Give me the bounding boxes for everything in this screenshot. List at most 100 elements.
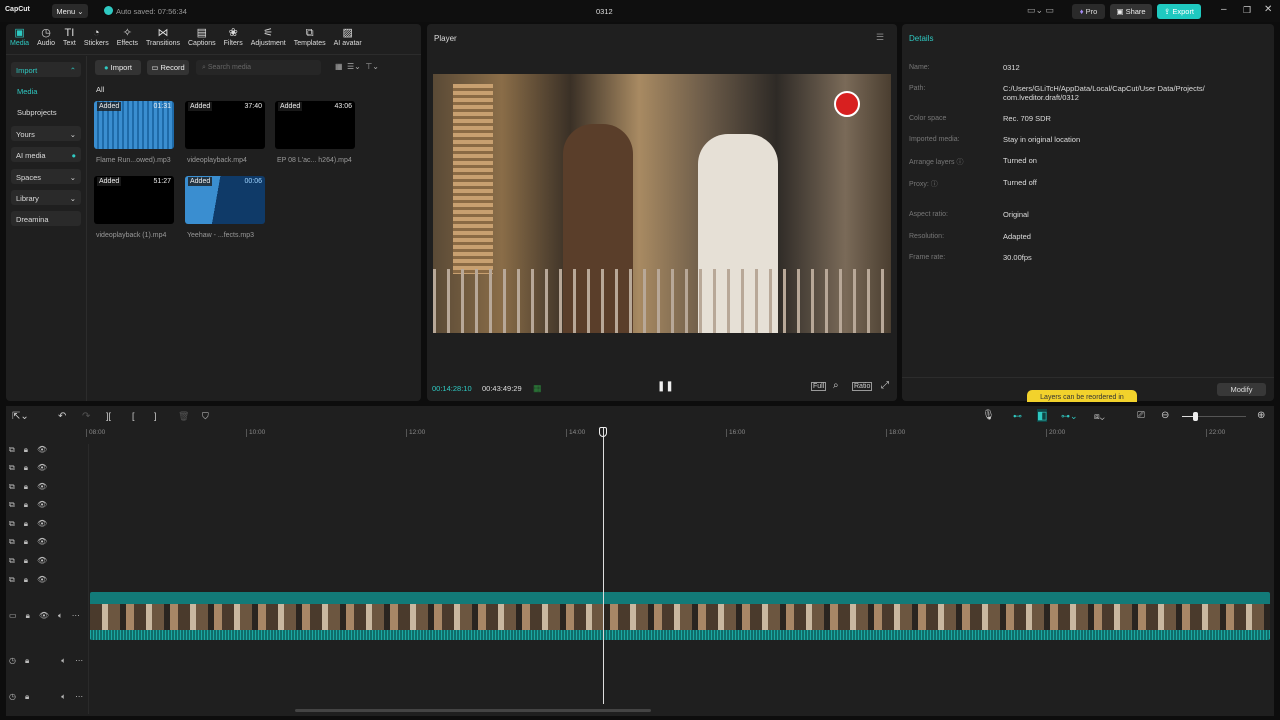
video-preview[interactable] — [433, 74, 891, 333]
horizontal-scrollbar[interactable] — [295, 709, 651, 712]
eye-icon[interactable]: 👁︎ — [37, 575, 47, 585]
eye-icon[interactable]: 👁︎ — [37, 445, 47, 455]
tab-stickers[interactable]: ◔ Stickers — [80, 26, 113, 47]
lock-icon[interactable]: 🔒︎ — [24, 556, 28, 566]
layout-icon[interactable]: ▭⌄ ▭ — [1027, 5, 1054, 16]
lock-icon[interactable]: 🔒︎ — [24, 537, 28, 547]
lock-icon[interactable]: 🔒︎ — [24, 519, 28, 529]
saved-check-icon — [104, 6, 113, 15]
split-icon[interactable]: ][ — [106, 411, 111, 421]
pause-button[interactable]: ❚❚ — [657, 381, 674, 392]
tab-filters[interactable]: ❀ Filters — [220, 26, 247, 47]
eye-icon[interactable]: 👁︎ — [37, 537, 47, 547]
record-button[interactable]: ▭ Record — [147, 60, 189, 75]
tab-adjustment[interactable]: ⚟ Adjustment — [247, 26, 290, 47]
sidebar-spaces[interactable]: Spaces ⌄ — [11, 169, 81, 184]
lock-icon[interactable]: 🔒︎ — [24, 575, 28, 585]
lock-icon[interactable]: 🔒︎ — [24, 482, 28, 492]
player-menu-icon[interactable]: ☰ — [876, 32, 884, 43]
added-badge: Added — [97, 102, 122, 111]
media-item[interactable]: Added 00:06 — [185, 176, 265, 224]
modify-button[interactable]: Modify — [1217, 383, 1266, 396]
eye-icon[interactable]: 👁︎ — [37, 500, 47, 510]
playhead[interactable] — [603, 428, 604, 704]
tab-effects[interactable]: ✧ Effects — [113, 26, 142, 47]
more-icon[interactable]: ⋯ — [75, 692, 83, 702]
media-item[interactable]: Added 51:27 — [94, 176, 174, 224]
zoom-preview-icon[interactable]: ⌕ — [833, 380, 839, 391]
media-item[interactable]: Added 01:31 — [94, 101, 174, 149]
added-badge: Added — [188, 102, 213, 111]
volume-icon[interactable]: 🔈︎ — [61, 692, 66, 702]
delete-icon[interactable]: 🗑 — [178, 411, 189, 422]
fullscreen-icon[interactable]: ⤢ — [881, 380, 889, 391]
lock-icon[interactable]: 🔒︎ — [25, 656, 29, 666]
lock-icon[interactable]: 🔒︎ — [25, 692, 29, 702]
ratio-button[interactable]: Ratio — [852, 382, 873, 391]
lock-icon[interactable]: 🔒︎ — [24, 445, 28, 455]
view-toggle-icon[interactable]: ▦ ☰⌄ ⊤⌄ — [335, 62, 379, 71]
undo-icon[interactable]: ↶ — [58, 411, 66, 422]
auto-snap-icon[interactable]: ◧ — [1037, 409, 1048, 422]
trim-right-icon[interactable]: ] — [154, 411, 157, 421]
maximize-button[interactable]: ❐ — [1243, 5, 1251, 16]
tab-templates[interactable]: ⧉ Templates — [290, 26, 330, 47]
lock-icon[interactable]: 🔒︎ — [24, 500, 28, 510]
sidebar-subprojects[interactable]: Subprojects — [17, 108, 57, 117]
linkage-icon[interactable]: ⊶⌄ — [1061, 411, 1078, 422]
tab-audio[interactable]: ◷ Audio — [33, 26, 59, 47]
track-type-icon: ⧉ — [9, 575, 15, 584]
cover-icon[interactable]: ▭ — [9, 611, 17, 621]
pro-button[interactable]: ♦ Pro — [1072, 4, 1105, 19]
tab-text[interactable]: TI Text — [59, 26, 80, 47]
tab-transitions[interactable]: ⋈ Transitions — [142, 26, 184, 47]
main-video-clip[interactable] — [90, 592, 1270, 640]
share-button[interactable]: ▣ Share — [1110, 4, 1152, 19]
main-track-magnet-icon[interactable]: ⊷ — [1013, 411, 1022, 422]
sidebar-import[interactable]: Import ⌃ — [11, 62, 81, 77]
zoom-in-icon[interactable]: ⊕ — [1257, 410, 1265, 421]
tab-captions[interactable]: ▤ Captions — [184, 26, 220, 47]
microphone-icon[interactable]: 🎙 — [982, 410, 995, 421]
close-button[interactable]: ✕ — [1264, 4, 1272, 15]
minimize-button[interactable]: – — [1221, 4, 1227, 15]
menu-button[interactable]: Menu ⌄ — [52, 4, 88, 18]
detail-label: Frame rate: — [909, 254, 946, 261]
volume-icon[interactable]: 🔈︎ — [61, 656, 66, 666]
search-input[interactable]: ⌕ Search media — [196, 60, 321, 75]
lock-icon[interactable]: 🔒︎ — [26, 611, 30, 621]
caption-icon[interactable]: ⎚ — [1137, 410, 1145, 421]
export-button[interactable]: ⇪ Export — [1157, 4, 1201, 19]
lock-icon[interactable]: 🔒︎ — [24, 463, 28, 473]
select-tool-icon[interactable]: ⇱⌄ — [12, 411, 29, 422]
redo-icon[interactable]: ↷ — [82, 411, 90, 422]
filter-all[interactable]: All — [96, 85, 104, 94]
eye-icon[interactable]: 👁︎ — [37, 556, 47, 566]
zoom-slider[interactable] — [1182, 412, 1246, 421]
preview-axis-icon[interactable]: ⧈⌄ — [1094, 411, 1105, 422]
marker-icon[interactable]: ⛉ — [202, 411, 209, 422]
sidebar-yours[interactable]: Yours ⌄ — [11, 126, 81, 141]
full-quality-button[interactable]: Full — [811, 382, 827, 391]
tab-ai-avatar[interactable]: ▨ AI avatar — [330, 26, 366, 47]
sidebar-dreamina[interactable]: Dreamina — [11, 211, 81, 226]
eye-icon[interactable]: 👁︎ — [37, 463, 47, 473]
media-item[interactable]: Added 43:06 — [275, 101, 355, 149]
detail-value: Turned off — [1003, 178, 1037, 187]
eye-icon[interactable]: 👁︎ — [39, 611, 49, 621]
import-button[interactable]: ● Import — [95, 60, 141, 75]
sidebar-ai-media[interactable]: AI media ● — [11, 147, 81, 162]
tab-media[interactable]: ▣ Media — [6, 26, 33, 47]
volume-icon[interactable]: 🔈︎ — [58, 611, 63, 621]
trim-left-icon[interactable]: [ — [132, 411, 135, 421]
sidebar-media[interactable]: Media — [17, 87, 37, 96]
media-item[interactable]: Added 37:40 — [185, 101, 265, 149]
sidebar-library[interactable]: Library ⌄ — [11, 190, 81, 205]
eye-icon[interactable]: 👁︎ — [37, 519, 47, 529]
more-icon[interactable]: ⋯ — [72, 611, 80, 621]
zoom-out-icon[interactable]: ⊖ — [1161, 410, 1169, 421]
more-icon[interactable]: ⋯ — [75, 656, 83, 666]
playhead-handle[interactable] — [599, 427, 607, 437]
timeline-view-icon[interactable]: ▦ — [533, 383, 542, 394]
eye-icon[interactable]: 👁︎ — [37, 482, 47, 492]
